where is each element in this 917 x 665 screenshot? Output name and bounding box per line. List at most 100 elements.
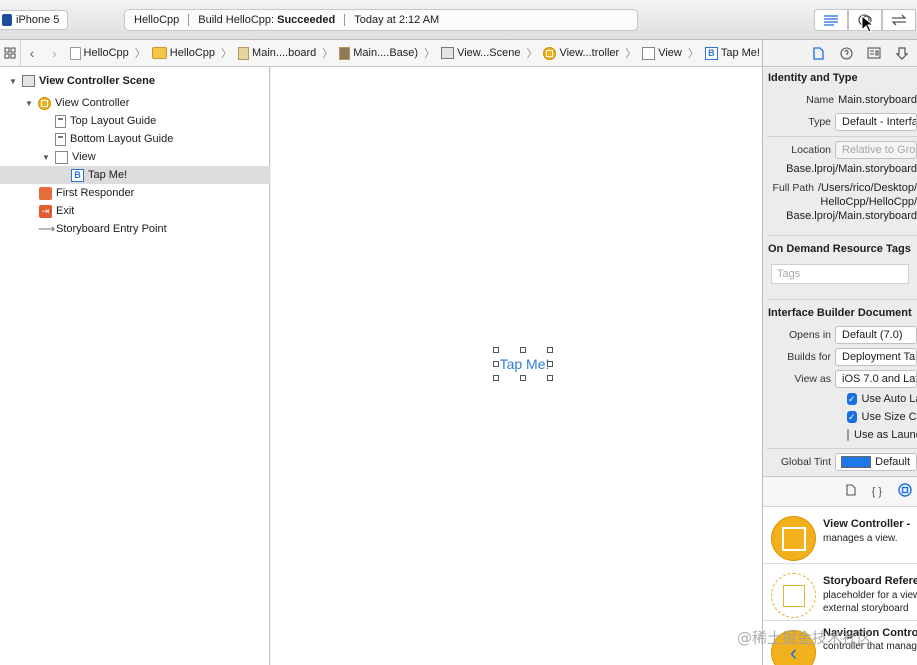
forward-button[interactable]: › bbox=[43, 45, 65, 61]
divider bbox=[767, 136, 917, 137]
chevron-right-icon: 〉 bbox=[424, 48, 436, 60]
global-tint-popup[interactable]: Default bbox=[835, 453, 917, 471]
opens-in-popup[interactable]: Default (7.0) bbox=[835, 326, 917, 344]
fullpath-row: HelloCpp/HelloCpp/ bbox=[763, 195, 917, 209]
attributes-inspector-tab[interactable] bbox=[895, 46, 909, 60]
activity-viewer: HelloCpp Build HelloCpp: Succeeded Today… bbox=[124, 9, 638, 31]
crumb-storyboard-base[interactable]: Main....Base) 〉 bbox=[335, 45, 437, 61]
resize-handle[interactable] bbox=[520, 375, 526, 381]
resize-handle[interactable] bbox=[520, 347, 526, 353]
view-icon bbox=[642, 46, 656, 60]
scheme-selector[interactable]: iPhone 5 bbox=[0, 10, 69, 30]
disclosure-triangle-icon[interactable]: ▼ bbox=[41, 153, 51, 162]
global-tint-value: Default bbox=[875, 456, 910, 468]
crumb-label: Main....Base) bbox=[353, 47, 419, 59]
checkmark-icon[interactable]: ✓ bbox=[847, 411, 857, 423]
crumb-label: HelloCpp bbox=[169, 47, 216, 59]
button-icon: B bbox=[71, 168, 84, 182]
disclosure-triangle-icon[interactable]: ▼ bbox=[8, 77, 18, 86]
tags-field[interactable]: Tags bbox=[771, 264, 909, 284]
builds-for-row: Builds for Deployment Target bbox=[763, 346, 917, 368]
scheme-device-label: iPhone 5 bbox=[16, 14, 60, 26]
builds-for-popup[interactable]: Deployment Target bbox=[835, 348, 917, 366]
checkmark-icon[interactable]: ✓ bbox=[847, 393, 857, 405]
size-classes-checkbox[interactable]: ✓ Use Size Classes bbox=[763, 408, 917, 426]
version-editor-button[interactable] bbox=[882, 9, 916, 31]
crumb-label: View bbox=[658, 47, 682, 59]
crumb-label: Tap Me! bbox=[720, 47, 760, 59]
outline-row-view[interactable]: ▼ View bbox=[0, 148, 270, 166]
storyboard-canvas[interactable]: Tap Me! bbox=[271, 67, 762, 665]
mouse-cursor-icon bbox=[861, 15, 873, 33]
resize-handle[interactable] bbox=[547, 347, 553, 353]
document-icon bbox=[812, 46, 824, 60]
file-inspector-tab[interactable] bbox=[811, 46, 825, 60]
utilities-panel: Identity and Type Name Main.storyboard T… bbox=[762, 40, 917, 665]
type-row: Type Default - Interface Builder bbox=[763, 111, 917, 133]
exit-icon: ⇥ bbox=[39, 204, 52, 218]
location-path-row: Base.lproj/Main.storyboard bbox=[763, 161, 917, 177]
back-button[interactable]: ‹ bbox=[21, 45, 43, 61]
crumb-project[interactable]: HelloCpp 〉 bbox=[66, 45, 148, 61]
ibdoc-section-title: Interface Builder Document bbox=[768, 307, 912, 319]
standard-editor-button[interactable] bbox=[814, 9, 848, 31]
resize-handle[interactable] bbox=[547, 375, 553, 381]
code-snippet-tab[interactable]: { } bbox=[872, 486, 882, 498]
library-item-storyboard-reference[interactable]: Storyboard Reference placeholder for a v… bbox=[763, 564, 917, 621]
location-popup[interactable]: Relative to Group bbox=[835, 141, 917, 159]
name-value[interactable]: Main.storyboard bbox=[838, 94, 917, 106]
resize-handle[interactable] bbox=[493, 361, 499, 367]
crumb-view-controller[interactable]: View...troller 〉 bbox=[539, 45, 638, 61]
activity-time: Today at 2:12 AM bbox=[354, 14, 440, 26]
file-template-tab[interactable] bbox=[846, 484, 856, 499]
resize-handle[interactable] bbox=[493, 347, 499, 353]
outline-label: View bbox=[72, 151, 96, 163]
library-item-title: Storyboard Reference bbox=[823, 575, 917, 587]
outline-label: Top Layout Guide bbox=[70, 115, 157, 127]
crumb-label: Main....board bbox=[252, 47, 317, 59]
chevron-right-icon: 〉 bbox=[322, 48, 334, 60]
crumb-folder[interactable]: HelloCpp 〉 bbox=[148, 45, 234, 61]
view-as-row: View as iOS 7.0 and Later bbox=[763, 368, 917, 390]
disclosure-triangle-icon[interactable]: ▼ bbox=[24, 99, 34, 108]
outline-row-bottom-layout-guide[interactable]: Bottom Layout Guide bbox=[0, 130, 270, 148]
tap-me-button[interactable]: Tap Me! bbox=[496, 351, 553, 377]
checkbox-box[interactable] bbox=[847, 429, 849, 441]
project-file-icon bbox=[69, 46, 81, 60]
launch-screen-checkbox[interactable]: Use as Launch Screen bbox=[763, 426, 917, 444]
outline-label: Tap Me! bbox=[88, 169, 128, 181]
scene-icon bbox=[22, 75, 35, 87]
activity-build: Build HelloCpp: Succeeded bbox=[189, 14, 344, 26]
outline-row-entry-point[interactable]: ⟶ Storyboard Entry Point bbox=[0, 220, 270, 238]
watermark: @稀土掘金技术社区 bbox=[737, 629, 873, 647]
inspector-tabs bbox=[763, 40, 917, 67]
library-item-view-controller[interactable]: View Controller - manages a view. bbox=[763, 507, 917, 564]
crumb-scene[interactable]: View...Scene 〉 bbox=[437, 45, 539, 61]
auto-layout-checkbox[interactable]: ✓ Use Auto Layout bbox=[763, 390, 917, 408]
identity-inspector-tab[interactable] bbox=[867, 46, 881, 60]
builds-for-label: Builds for bbox=[787, 351, 831, 363]
view-controller-icon bbox=[38, 96, 51, 110]
outline-row-top-layout-guide[interactable]: Top Layout Guide bbox=[0, 112, 270, 130]
view-as-popup[interactable]: iOS 7.0 and Later bbox=[835, 370, 917, 388]
opens-in-label: Opens in bbox=[788, 329, 831, 341]
outline-row-first-responder[interactable]: First Responder bbox=[0, 184, 270, 202]
object-library-tab[interactable] bbox=[898, 483, 912, 500]
quick-help-tab[interactable] bbox=[839, 46, 853, 60]
outline-row-exit[interactable]: ⇥ Exit bbox=[0, 202, 270, 220]
type-popup[interactable]: Default - Interface Builder bbox=[835, 113, 917, 131]
outline-row-tap-me[interactable]: B Tap Me! bbox=[0, 166, 270, 184]
crumb-storyboard[interactable]: Main....board 〉 bbox=[234, 45, 335, 61]
resize-handle[interactable] bbox=[547, 361, 553, 367]
crumb-view[interactable]: View 〉 bbox=[638, 45, 701, 61]
crumb-button[interactable]: B Tap Me! bbox=[701, 46, 762, 60]
divider bbox=[767, 448, 917, 449]
location-path: Base.lproj/Main.storyboard bbox=[786, 163, 917, 175]
fullpath-line: Base.lproj/Main.storyboard bbox=[786, 210, 917, 222]
related-items-button[interactable] bbox=[0, 40, 21, 66]
desc-line: external storyboard bbox=[823, 603, 909, 614]
resize-handle[interactable] bbox=[493, 375, 499, 381]
crumb-label: View...troller bbox=[559, 47, 620, 59]
outline-row-view-controller[interactable]: ▼ View Controller bbox=[0, 94, 270, 112]
outline-row-scene[interactable]: ▼ View Controller Scene bbox=[0, 72, 270, 90]
